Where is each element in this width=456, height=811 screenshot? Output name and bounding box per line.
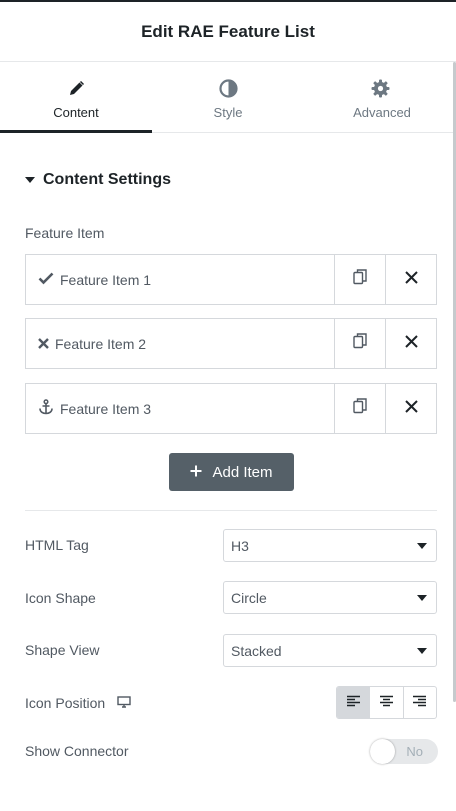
tab-advanced-label: Advanced — [353, 105, 411, 120]
close-icon — [404, 399, 418, 418]
duplicate-button[interactable] — [334, 319, 385, 368]
tab-advanced[interactable]: Advanced — [304, 62, 456, 132]
caret-down-icon — [417, 648, 427, 654]
remove-button[interactable] — [385, 255, 436, 304]
plus-icon — [190, 464, 202, 481]
panel-title: Edit RAE Feature List — [141, 21, 315, 41]
gear-icon — [371, 78, 390, 98]
repeater-item-title[interactable]: Feature Item 1 — [26, 255, 334, 304]
align-right-button[interactable] — [402, 687, 436, 718]
section-toggle-content-settings[interactable]: Content Settings — [25, 171, 171, 189]
tab-content-label: Content — [53, 105, 99, 120]
panel-tabs: Content Style Advanced — [0, 62, 456, 133]
icon-position-choices — [336, 686, 437, 719]
pencil-icon — [68, 78, 85, 98]
icon-shape-select[interactable]: Circle — [223, 581, 437, 614]
html-tag-label: HTML Tag — [25, 537, 89, 553]
show-connector-label: Show Connector — [25, 743, 129, 759]
html-tag-value: H3 — [231, 537, 249, 554]
add-item-label: Add Item — [212, 463, 273, 481]
tab-style[interactable]: Style — [152, 62, 304, 132]
section-divider — [25, 510, 437, 511]
remove-button[interactable] — [385, 384, 436, 433]
repeater-item-title[interactable]: Feature Item 3 — [26, 384, 334, 433]
align-left-button[interactable] — [337, 687, 370, 718]
align-center-button[interactable] — [369, 687, 402, 718]
times-icon — [38, 336, 49, 352]
panel-header: Edit RAE Feature List — [0, 2, 456, 62]
section-title: Content Settings — [43, 171, 171, 188]
duplicate-button[interactable] — [334, 255, 385, 304]
icon-position-label: Icon Position — [25, 695, 106, 711]
repeater-item: Feature Item 1 — [25, 254, 437, 305]
desktop-icon[interactable] — [117, 695, 131, 711]
duplicate-button[interactable] — [334, 384, 385, 433]
repeater-item: Feature Item 3 — [25, 383, 437, 434]
repeater-item: Feature Item 2 — [25, 318, 437, 369]
remove-button[interactable] — [385, 319, 436, 368]
caret-down-icon — [417, 595, 427, 601]
repeater-item-label: Feature Item 2 — [55, 335, 147, 352]
toggle-knob — [370, 739, 395, 764]
anchor-icon — [38, 399, 54, 418]
check-icon — [38, 271, 54, 288]
close-icon — [404, 334, 418, 353]
add-item-button[interactable]: Add Item — [169, 453, 294, 491]
html-tag-select[interactable]: H3 — [223, 529, 437, 562]
align-center-icon — [379, 694, 394, 712]
align-left-icon — [346, 694, 361, 712]
toggle-state-label: No — [406, 744, 423, 759]
half-circle-icon — [218, 78, 238, 98]
caret-down-icon — [25, 177, 35, 183]
icon-shape-value: Circle — [231, 589, 267, 606]
shape-view-label: Shape View — [25, 642, 100, 658]
feature-item-label: Feature Item — [25, 225, 105, 241]
align-right-icon — [412, 694, 427, 712]
close-icon — [404, 270, 418, 289]
shape-view-select[interactable]: Stacked — [223, 634, 437, 667]
repeater-item-label: Feature Item 3 — [60, 400, 152, 417]
copy-icon — [353, 269, 367, 290]
copy-icon — [353, 333, 367, 354]
repeater-item-title[interactable]: Feature Item 2 — [26, 319, 334, 368]
shape-view-value: Stacked — [231, 642, 282, 659]
caret-down-icon — [417, 543, 427, 549]
icon-shape-label: Icon Shape — [25, 590, 96, 606]
copy-icon — [353, 398, 367, 419]
tab-style-label: Style — [213, 105, 243, 120]
tab-content[interactable]: Content — [0, 62, 152, 133]
show-connector-toggle[interactable]: No — [370, 739, 438, 764]
repeater-item-label: Feature Item 1 — [60, 271, 152, 288]
icon-position-label-row: Icon Position — [25, 695, 131, 711]
